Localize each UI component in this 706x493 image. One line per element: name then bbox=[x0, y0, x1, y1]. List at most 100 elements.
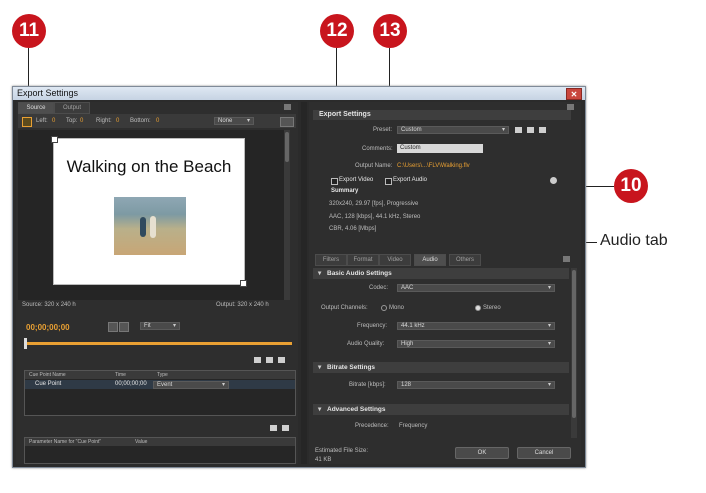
comments-label: Comments: bbox=[362, 146, 393, 152]
close-icon[interactable]: ✕ bbox=[566, 88, 582, 100]
cue-header-type: Type bbox=[157, 372, 168, 378]
export-settings-header: Export Settings bbox=[313, 110, 571, 120]
comments-field[interactable]: Custom bbox=[397, 144, 483, 153]
delete-preset-icon[interactable] bbox=[539, 127, 546, 133]
delete-cue-icon[interactable] bbox=[266, 357, 273, 363]
tab-output[interactable]: Output bbox=[54, 102, 90, 114]
cancel-button[interactable]: Cancel bbox=[517, 447, 571, 459]
advanced-settings-header[interactable]: Advanced Settings bbox=[313, 404, 569, 415]
delete-param-icon[interactable] bbox=[282, 425, 289, 431]
export-audio-checkbox[interactable] bbox=[385, 178, 392, 185]
panel-menu-icon[interactable] bbox=[284, 104, 291, 110]
summary-label[interactable]: Summary bbox=[331, 188, 358, 194]
set-in-icon[interactable] bbox=[108, 322, 118, 332]
frequency-dropdown[interactable]: 44.1 kHz bbox=[397, 322, 555, 330]
param-table-header: Parameter Name for "Cue Point" Value bbox=[25, 438, 295, 446]
callout-10: 10 bbox=[614, 169, 648, 203]
precedence-value[interactable]: Frequency bbox=[399, 423, 427, 429]
import-preset-icon[interactable] bbox=[527, 127, 534, 133]
crop-left-value[interactable]: 0 bbox=[52, 118, 55, 124]
codec-dropdown[interactable]: AAC bbox=[397, 284, 555, 292]
preview-scrollbar[interactable] bbox=[284, 130, 290, 300]
left-panel: Source Output Left: 0 Top: 0 Right: 0 Bo… bbox=[16, 102, 298, 464]
output-name-label: Output Name: bbox=[355, 163, 393, 169]
crop-right-label: Right: bbox=[96, 118, 112, 124]
callout-11: 11 bbox=[12, 14, 46, 48]
cue-row-type-dropdown[interactable]: Event bbox=[153, 381, 229, 389]
crop-apply-icon[interactable] bbox=[280, 117, 294, 127]
param-header-name: Parameter Name for "Cue Point" bbox=[29, 439, 102, 445]
tab-audio[interactable]: Audio bbox=[414, 254, 446, 266]
settings-scrollbar[interactable] bbox=[571, 268, 577, 438]
crop-handle-tl[interactable] bbox=[51, 136, 58, 143]
export-audio-label: Export Audio bbox=[393, 177, 428, 183]
stereo-radio[interactable] bbox=[475, 305, 481, 311]
summary-video: 320x240, 29.97 [fps], Progressive bbox=[329, 201, 419, 207]
cue-header-time: Time bbox=[115, 372, 126, 378]
panel-splitter[interactable] bbox=[301, 102, 307, 464]
walker-1 bbox=[140, 217, 146, 237]
load-cue-icon[interactable] bbox=[278, 357, 285, 363]
playhead[interactable] bbox=[24, 338, 27, 349]
export-video-checkbox[interactable] bbox=[331, 178, 338, 185]
tab-source[interactable]: Source bbox=[18, 102, 54, 114]
crop-bottom-value[interactable]: 0 bbox=[156, 118, 159, 124]
preview-frame: Walking on the Beach bbox=[51, 136, 247, 287]
save-preset-icon[interactable] bbox=[515, 127, 522, 133]
export-video-label: Export Video bbox=[339, 177, 374, 183]
basic-audio-header[interactable]: Basic Audio Settings bbox=[313, 268, 569, 279]
timecode[interactable]: 00;00;00;00 bbox=[26, 323, 70, 332]
cue-row[interactable]: Cue Point 00;00;00;00 Event bbox=[25, 380, 295, 389]
tab-format[interactable]: Format bbox=[347, 254, 379, 266]
crop-toolbar: Left: 0 Top: 0 Right: 0 Bottom: 0 None bbox=[18, 114, 296, 128]
cue-row-time: 00;00;00;00 bbox=[115, 381, 147, 387]
audio-quality-dropdown[interactable]: High bbox=[397, 340, 555, 348]
title-bar: Export Settings ✕ bbox=[13, 87, 585, 100]
export-settings-dialog: Export Settings ✕ Source Output Left: 0 … bbox=[12, 86, 586, 468]
callout-13: 13 bbox=[373, 14, 407, 48]
tabs-menu-icon[interactable] bbox=[563, 256, 570, 262]
cue-header-name: Cue Point Name bbox=[29, 372, 66, 378]
crop-bottom-label: Bottom: bbox=[130, 118, 151, 124]
param-table: Parameter Name for "Cue Point" Value bbox=[24, 437, 296, 464]
output-channels-label: Output Channels: bbox=[321, 305, 368, 311]
output-info: Output: 320 x 240 h bbox=[216, 302, 269, 308]
zoom-dropdown[interactable]: Fit bbox=[140, 322, 180, 330]
set-out-icon[interactable] bbox=[119, 322, 129, 332]
ok-button[interactable]: OK bbox=[455, 447, 509, 459]
timeline-track[interactable] bbox=[24, 342, 292, 345]
bitrate-dropdown[interactable]: 128 bbox=[397, 381, 555, 389]
add-param-icon[interactable] bbox=[270, 425, 277, 431]
tab-others[interactable]: Others bbox=[449, 254, 481, 266]
cue-table-header: Cue Point Name Time Type bbox=[25, 371, 295, 379]
audio-quality-label: Audio Quality: bbox=[347, 341, 385, 347]
precedence-label: Precedence: bbox=[355, 423, 389, 429]
param-header-value: Value bbox=[135, 439, 148, 445]
bitrate-settings-header[interactable]: Bitrate Settings bbox=[313, 362, 569, 373]
right-panel: Export Settings Preset: Custom Comments:… bbox=[309, 102, 581, 464]
source-info: Source: 320 x 240 h bbox=[22, 302, 76, 308]
tab-video[interactable]: Video bbox=[379, 254, 411, 266]
crop-left-label: Left: bbox=[36, 118, 48, 124]
add-cue-icon[interactable] bbox=[254, 357, 261, 363]
summary-audio: AAC, 128 [kbps], 44.1 kHz, Stereo bbox=[329, 214, 421, 220]
crop-top-value[interactable]: 0 bbox=[80, 118, 83, 124]
preview-title: Walking on the Beach bbox=[66, 157, 232, 176]
crop-top-label: Top: bbox=[66, 118, 78, 124]
crop-icon[interactable] bbox=[22, 117, 32, 127]
stereo-label: Stereo bbox=[483, 305, 501, 311]
audio-tab-label: Audio tab bbox=[600, 232, 668, 249]
tab-filters[interactable]: Filters bbox=[315, 254, 347, 266]
crop-handle-br[interactable] bbox=[240, 280, 247, 287]
preset-dropdown[interactable]: Custom bbox=[397, 126, 509, 134]
crop-right-value[interactable]: 0 bbox=[116, 118, 119, 124]
mono-radio[interactable] bbox=[381, 305, 387, 311]
preset-label: Preset: bbox=[373, 127, 393, 133]
callout-12: 12 bbox=[320, 14, 354, 48]
file-size-value: 41 KB bbox=[315, 457, 332, 463]
output-name-link[interactable]: C:\Users\...\FLV\Walking.flv bbox=[397, 163, 470, 169]
window-title: Export Settings bbox=[17, 88, 79, 98]
settings-sync-icon[interactable] bbox=[550, 177, 557, 184]
crop-ratio-dropdown[interactable]: None bbox=[214, 117, 254, 125]
cue-row-name: Cue Point bbox=[35, 381, 62, 387]
